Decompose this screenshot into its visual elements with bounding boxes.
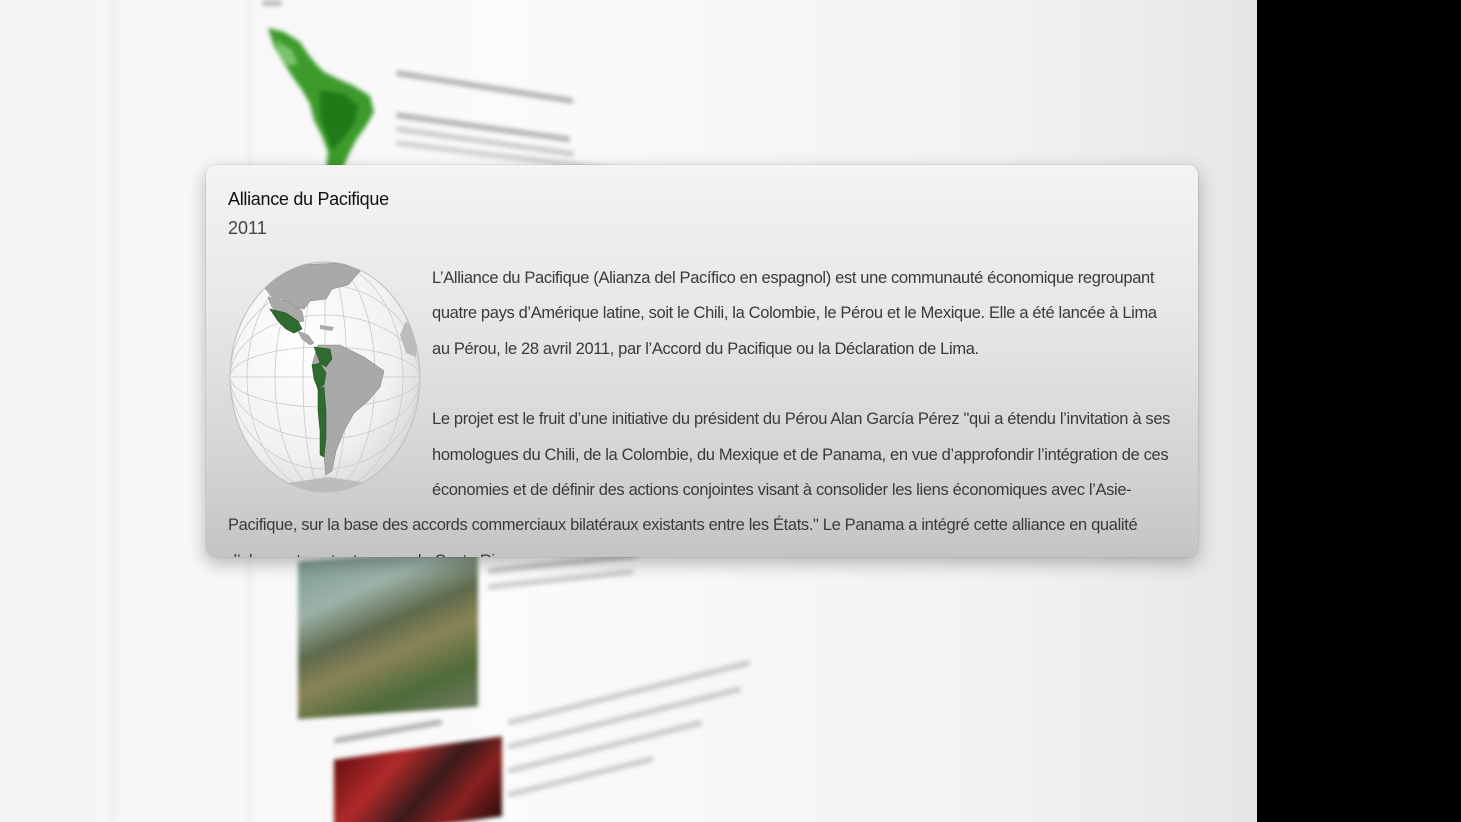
background-photo-landscape [298, 548, 478, 720]
background-text-line [262, 0, 282, 6]
background-map-image [268, 28, 374, 170]
background-column-rule [112, 0, 120, 822]
globe-americas-icon [229, 261, 421, 493]
background-text-line [333, 718, 443, 744]
popup-year: 2011 [228, 218, 267, 238]
background-text-line [395, 70, 575, 105]
background-text-line [487, 568, 634, 590]
popup-title: Alliance du Pacifique [228, 189, 389, 209]
letterbox-bar [1257, 0, 1461, 822]
event-detail-popup[interactable]: Alliance du Pacifique 2011 L’Alliance du… [206, 165, 1198, 557]
background-text-line [507, 719, 703, 774]
app-stage: Alliance du Pacifique 2011 L’Alliance du… [0, 0, 1461, 822]
timeline-screen: Alliance du Pacifique 2011 L’Alliance du… [0, 0, 1257, 822]
background-photo-people [334, 736, 502, 822]
